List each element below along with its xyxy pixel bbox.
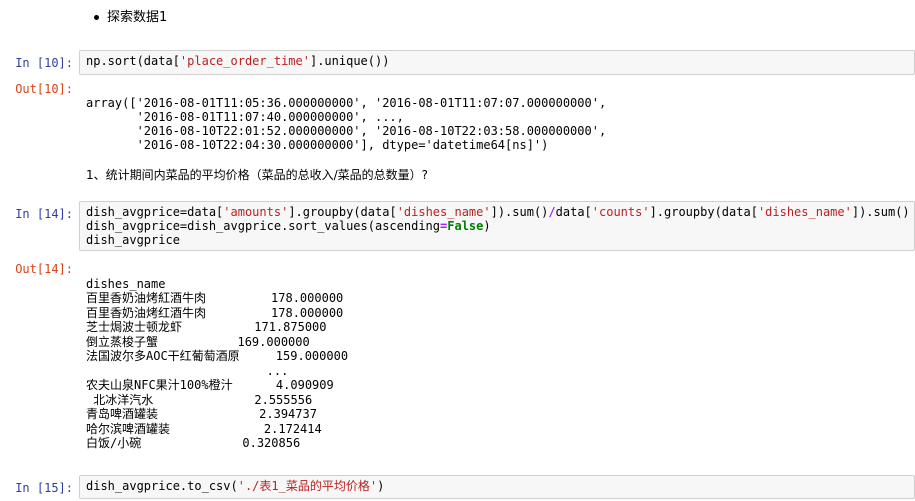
- code-15-part-a: dish_avgprice.to_csv(: [86, 479, 238, 493]
- in-prompt-15: In [15]:: [15, 481, 73, 495]
- output-14-line: ...: [86, 363, 289, 378]
- code-15-string: './表1_菜品的平均价格': [237, 479, 378, 493]
- output-14-line: 法国波尔多AOC干红葡萄酒原 159.000000: [86, 349, 349, 363]
- code-10-string: 'place_order_time': [179, 54, 310, 68]
- code-cell-15[interactable]: dish_avgprice.to_csv('./表1_菜品的平均价格'): [79, 475, 915, 499]
- output-14-line: 青岛啤酒罐装 2.394737: [86, 407, 317, 421]
- in-prompt-14: In [14]:: [15, 207, 73, 221]
- in-prompt-10: In [10]:: [15, 56, 73, 70]
- bullet-dot-icon: [94, 15, 99, 20]
- output-10: array(['2016-08-01T11:05:36.000000000', …: [86, 82, 915, 166]
- out-prompt-10: Out[10]:: [15, 82, 73, 96]
- output-14-line: 芝士焗波士顿龙虾 171.875000: [86, 320, 327, 334]
- code-14-line-3: dish_avgprice: [86, 233, 180, 247]
- out-prompt-14: Out[14]:: [15, 262, 73, 276]
- output-14-line: 农夫山泉NFC果汁100%橙汁 4.090909: [86, 378, 334, 392]
- output-14: dishes_name 百里香奶油烤紅酒牛肉 178.000000 百里香奶油烤红酒…: [86, 262, 915, 465]
- code-14-line-1: dish_avgprice=data['amounts'].groupby(da…: [86, 205, 910, 219]
- output-14-line: 倒立蒸梭子蟹 169.000000: [86, 334, 310, 349]
- code-15-part-b: ): [377, 479, 385, 493]
- output-14-line: 百里香奶油烤紅酒牛肉 178.000000: [86, 291, 344, 305]
- output-14-line: 北冰洋汽水 2.555556: [86, 392, 313, 407]
- code-10-part-b: ].unique()): [309, 54, 390, 68]
- markdown-bullet: 探索数据1: [94, 6, 167, 25]
- output-10-line: '2016-08-01T11:07:40.000000000', ...,: [86, 110, 404, 124]
- code-10-part-a: np.sort(data[: [86, 54, 180, 68]
- output-14-line: 哈尔滨啤酒罐装 2.172414: [86, 421, 322, 436]
- code-cell-10[interactable]: np.sort(data['place_order_time'].unique(…: [79, 50, 915, 75]
- output-14-line: dishes_name: [86, 276, 166, 291]
- output-10-line: array(['2016-08-01T11:05:36.000000000', …: [86, 96, 607, 110]
- code-cell-14[interactable]: dish_avgprice=data['amounts'].groupby(da…: [79, 201, 915, 251]
- output-14-line: 百里香奶油烤红酒牛肉 178.000000: [86, 305, 344, 320]
- output-10-line: '2016-08-10T22:04:30.000000000'], dtype=…: [86, 138, 549, 152]
- markdown-question: 1、统计期间内菜品的平均价格（菜品的总收入/菜品的总数量）?: [86, 168, 429, 182]
- output-10-line: '2016-08-10T22:01:52.000000000', '2016-0…: [86, 124, 607, 138]
- output-14-line: 白饭/小碗 0.320856: [86, 436, 301, 450]
- bullet-text: 探索数据1: [107, 10, 168, 25]
- code-14-line-2: dish_avgprice=dish_avgprice.sort_values(…: [86, 219, 491, 233]
